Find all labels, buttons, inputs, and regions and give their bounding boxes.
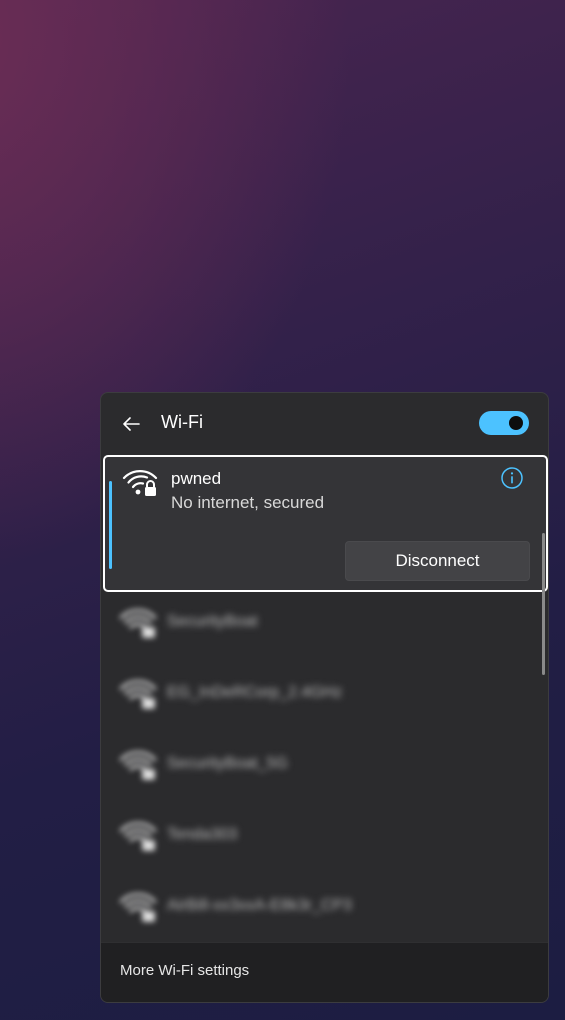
network-name: SecurityBoat_5G (167, 755, 288, 772)
network-name: Tenda303 (167, 826, 238, 843)
desktop-background: Wi-Fi pwned No internet, secured Disconn… (0, 0, 565, 1020)
disconnect-button[interactable]: Disconnect (345, 541, 530, 581)
connected-network-item[interactable]: pwned No internet, secured Disconnect (103, 455, 548, 592)
network-item[interactable]: EG_InDeRCorp_2.4GHz (101, 663, 548, 733)
flyout-footer: More Wi-Fi settings (101, 942, 548, 1002)
network-name: pwned (171, 469, 222, 488)
network-list: pwned No internet, secured Disconnect Se (101, 453, 548, 943)
more-wifi-settings-link[interactable]: More Wi-Fi settings (120, 962, 249, 979)
arrow-left-icon (123, 417, 140, 431)
wifi-toggle[interactable] (479, 411, 529, 435)
wifi-secured-icon (119, 680, 157, 709)
wifi-secured-icon (119, 751, 157, 780)
flyout-header: Wi-Fi (101, 393, 548, 453)
network-name: AirBill-xx3xxA-E8k3r_CP3 (167, 897, 352, 914)
network-item[interactable]: Tenda303 (101, 805, 548, 875)
network-status: No internet, secured (171, 493, 325, 512)
wifi-flyout: Wi-Fi pwned No internet, secured Disconn… (100, 392, 549, 1003)
toggle-knob (509, 416, 523, 430)
wifi-secured-icon (119, 609, 157, 638)
network-item[interactable]: AirBill-xx3xxA-E8k3r_CP3 (101, 876, 548, 946)
network-item[interactable]: SecurityBoat_5G (101, 734, 548, 804)
network-name: SecurityBoat (167, 613, 258, 630)
selection-indicator (109, 481, 112, 569)
network-name: EG_InDeRCorp_2.4GHz (167, 684, 343, 701)
wifi-secured-icon (119, 822, 157, 851)
flyout-title: Wi-Fi (161, 412, 203, 432)
info-icon[interactable] (500, 466, 524, 490)
wifi-secured-icon (119, 893, 157, 922)
back-button[interactable] (119, 412, 143, 436)
network-item[interactable]: SecurityBoat (101, 592, 548, 662)
wifi-secured-icon (122, 470, 158, 496)
